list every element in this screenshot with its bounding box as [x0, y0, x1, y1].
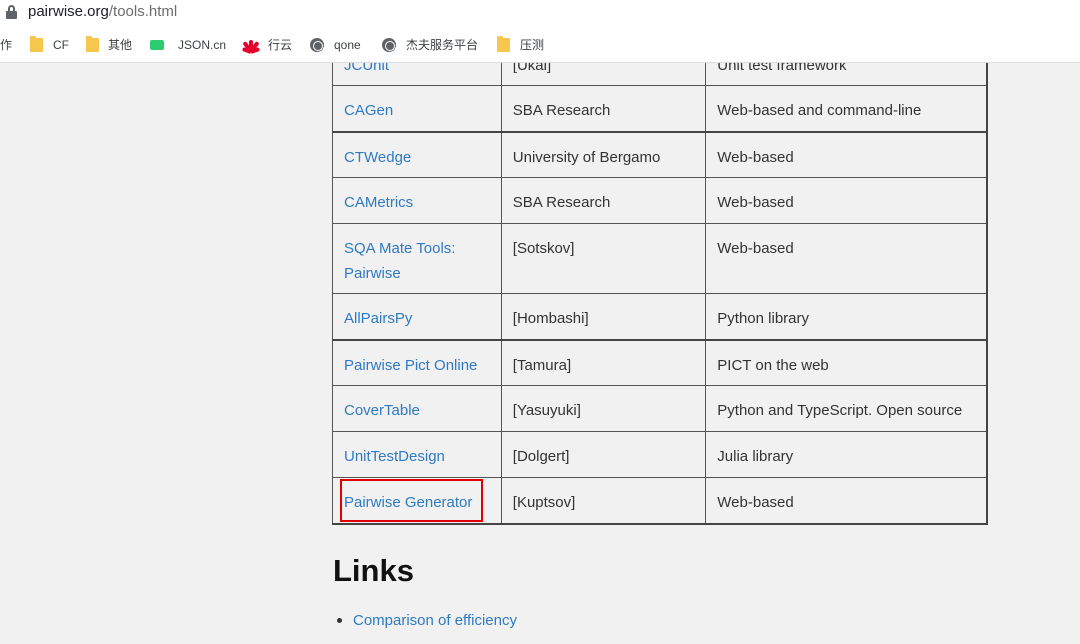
tool-link[interactable]: UnitTestDesign	[344, 448, 445, 465]
notes-cell: Web-based	[705, 131, 989, 178]
table-row: UnitTestDesign [Dolgert] Julia library	[332, 431, 989, 478]
bookmark-item[interactable]: 其他	[86, 26, 132, 63]
author-cell: [Tamura]	[500, 339, 707, 386]
notes-cell: Web-based	[705, 223, 989, 294]
tool-link[interactable]: CoverTable	[344, 402, 420, 419]
bookmark-label: 杰夫服务平台	[406, 38, 479, 52]
table-row: CAGen SBA Research Web-based and command…	[332, 85, 989, 133]
bookmark-item[interactable]: 行云	[241, 26, 293, 63]
links-heading: Links	[333, 553, 414, 588]
table-row: SQA Mate Tools: Pairwise [Sotskov] Web-b…	[332, 223, 989, 294]
globe-icon	[382, 37, 396, 52]
author-cell: [Yasuyuki]	[500, 385, 707, 432]
tool-cell: CTWedge	[332, 131, 502, 178]
highlight-annotation-box	[340, 479, 483, 522]
notes-cell: Web-based	[705, 477, 989, 525]
tool-link[interactable]: CAGen	[344, 102, 393, 119]
bookmark-label: 行云	[268, 38, 293, 52]
notes-cell: Python and TypeScript. Open source	[705, 385, 989, 432]
bookmark-label: qone	[334, 37, 361, 52]
tool-link[interactable]: Pairwise Pict Online	[344, 357, 477, 374]
tool-cell: CAGen	[332, 85, 502, 133]
bookmark-label: JSON.cn	[178, 37, 227, 52]
table-row: CTWedge University of Bergamo Web-based	[332, 131, 989, 178]
huawei-icon	[241, 38, 261, 54]
lock-icon[interactable]	[6, 5, 17, 19]
json-icon	[150, 39, 164, 50]
notes-cell: Web-based	[705, 177, 989, 224]
folder-icon	[30, 35, 43, 52]
notes-cell: Python library	[705, 293, 989, 341]
bookmark-label: 其他	[108, 38, 133, 52]
notes-cell: PICT on the web	[705, 339, 989, 386]
tool-link[interactable]: SQA Mate Tools: Pairwise	[344, 240, 455, 282]
tool-cell: CAMetrics	[332, 177, 502, 224]
tool-cell: CoverTable	[332, 385, 502, 432]
bookmark-item[interactable]: 压测	[497, 26, 544, 63]
url-text[interactable]: pairwise.org/tools.html	[28, 3, 177, 21]
tool-cell: UnitTestDesign	[332, 431, 502, 478]
tool-cell: SQA Mate Tools: Pairwise	[332, 223, 502, 294]
bookmark-item[interactable]: qone	[310, 26, 361, 63]
bookmarks-bar: 作 CF 其他 JSON.cn 行云 qone 杰夫服务平台 压测	[0, 26, 1080, 63]
bookmark-label: 作	[0, 38, 13, 52]
links-list: Comparison of efficiency	[337, 612, 517, 629]
tool-link[interactable]: AllPairsPy	[344, 310, 412, 327]
table-row: Pairwise Pict Online [Tamura] PICT on th…	[332, 339, 989, 386]
author-cell: [Dolgert]	[500, 431, 707, 478]
table-row: CAMetrics SBA Research Web-based	[332, 177, 989, 224]
author-cell: [Kuptsov]	[500, 477, 707, 525]
author-cell: SBA Research	[500, 177, 707, 224]
tool-link[interactable]: CTWedge	[344, 149, 411, 166]
bullet-icon	[337, 618, 342, 623]
list-item: Comparison of efficiency	[337, 612, 517, 629]
bookmark-item[interactable]: JSON.cn	[150, 26, 226, 63]
folder-icon	[86, 35, 99, 52]
bookmark-label: CF	[53, 37, 69, 52]
author-cell: [Hombashi]	[500, 293, 707, 341]
tool-link[interactable]: CAMetrics	[344, 194, 413, 211]
globe-icon	[310, 37, 324, 52]
bookmark-item[interactable]: 作	[0, 26, 12, 63]
author-cell: University of Bergamo	[500, 131, 707, 178]
folder-icon	[497, 35, 510, 52]
tool-cell: Pairwise Pict Online	[332, 339, 502, 386]
comparison-link[interactable]: Comparison of efficiency	[353, 612, 517, 629]
author-cell: [Sotskov]	[500, 223, 707, 294]
table-row: CoverTable [Yasuyuki] Python and TypeScr…	[332, 385, 989, 432]
author-cell: SBA Research	[500, 85, 707, 133]
notes-cell: Web-based and command-line	[705, 85, 989, 133]
notes-cell: Julia library	[705, 431, 989, 478]
tools-table: JCUnit [Ukai] Unit test framework CAGen …	[332, 40, 989, 525]
address-bar[interactable]: pairwise.org/tools.html	[0, 0, 1080, 26]
table-row: AllPairsPy [Hombashi] Python library	[332, 293, 989, 341]
bookmark-item[interactable]: CF	[30, 26, 69, 63]
bookmark-label: 压测	[520, 38, 545, 52]
bookmark-item[interactable]: 杰夫服务平台	[382, 26, 478, 63]
tool-cell: AllPairsPy	[332, 293, 502, 341]
